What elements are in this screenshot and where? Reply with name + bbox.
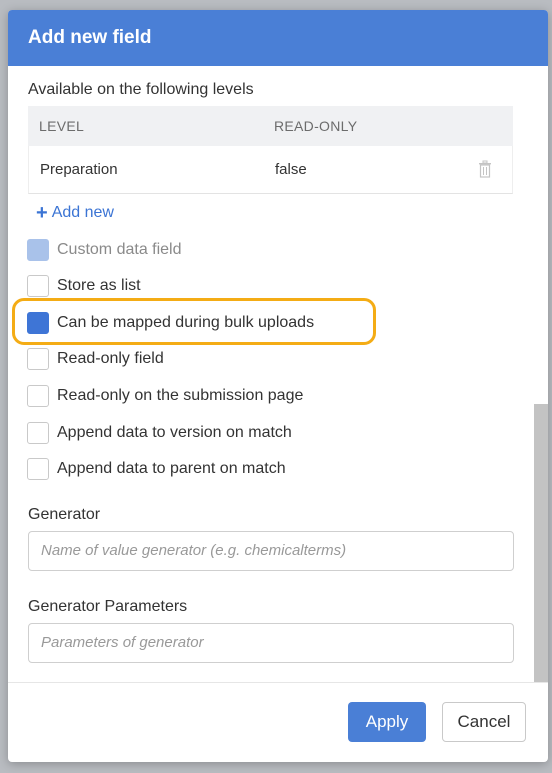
option-label: Append data to parent on match xyxy=(57,460,286,477)
column-header-level: LEVEL xyxy=(39,118,85,134)
checkbox xyxy=(27,239,49,261)
checkbox[interactable] xyxy=(27,348,49,370)
add-field-dialog: Add new field Available on the following… xyxy=(8,10,548,762)
option-label: Append data to version on match xyxy=(57,424,292,441)
add-new-label: Add new xyxy=(51,204,114,221)
cell-level: Preparation xyxy=(40,161,118,178)
option-read-only-submission[interactable]: Read-only on the submission page xyxy=(27,384,303,408)
option-label: Can be mapped during bulk uploads xyxy=(57,314,315,331)
scrollbar[interactable] xyxy=(534,404,548,682)
checkbox[interactable] xyxy=(27,385,49,407)
option-label: Store as list xyxy=(57,277,141,294)
checkbox[interactable] xyxy=(27,422,49,444)
option-append-parent[interactable]: Append data to parent on match xyxy=(27,457,286,481)
generator-input[interactable]: Name of value generator (e.g. chemicalte… xyxy=(28,531,514,571)
option-mapped-bulk-uploads[interactable]: Can be mapped during bulk uploads xyxy=(27,311,314,335)
footer-divider xyxy=(8,682,548,683)
dialog-title: Add new field xyxy=(8,10,548,66)
plus-icon: + xyxy=(36,202,48,224)
apply-button[interactable]: Apply xyxy=(348,702,426,742)
levels-table: LEVEL READ-ONLY Preparation false xyxy=(28,106,513,194)
add-new-level-link[interactable]: + Add new xyxy=(36,203,114,223)
levels-label: Available on the following levels xyxy=(28,81,254,98)
checkbox[interactable] xyxy=(27,312,49,334)
checkbox[interactable] xyxy=(27,275,49,297)
cancel-button[interactable]: Cancel xyxy=(442,702,526,742)
checkbox[interactable] xyxy=(27,458,49,480)
option-store-as-list[interactable]: Store as list xyxy=(27,274,141,298)
option-custom-data-field: Custom data field xyxy=(27,238,182,262)
generator-params-label: Generator Parameters xyxy=(28,598,188,615)
table-header: LEVEL READ-ONLY xyxy=(28,106,513,146)
trash-icon[interactable] xyxy=(478,160,492,178)
option-label: Read-only field xyxy=(57,350,164,367)
generator-label: Generator xyxy=(28,506,101,523)
option-read-only-field[interactable]: Read-only field xyxy=(27,347,164,371)
option-label: Custom data field xyxy=(57,241,182,258)
generator-params-input[interactable]: Parameters of generator xyxy=(28,623,514,663)
table-row: Preparation false xyxy=(28,146,513,194)
cell-read-only: false xyxy=(275,161,307,178)
column-header-read-only: READ-ONLY xyxy=(274,118,358,134)
option-append-version[interactable]: Append data to version on match xyxy=(27,421,292,445)
option-label: Read-only on the submission page xyxy=(57,387,304,404)
